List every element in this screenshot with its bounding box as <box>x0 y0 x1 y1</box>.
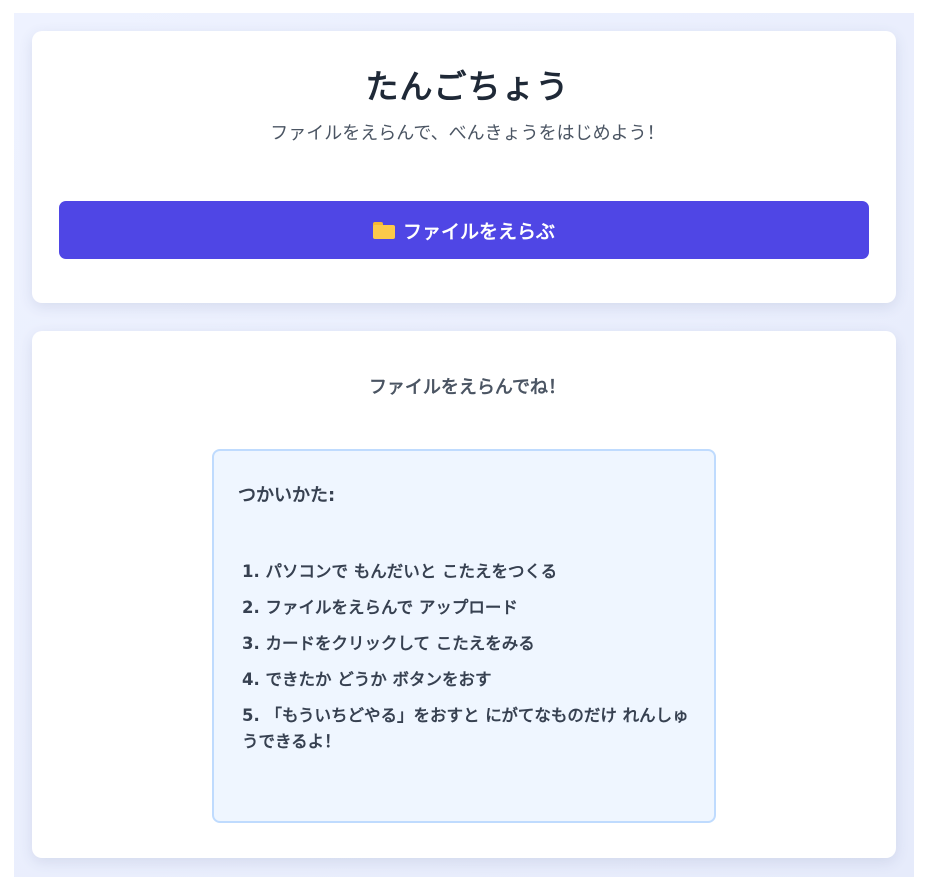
instruction-step: 4. できたか どうか ボタンをおす <box>242 670 492 689</box>
choose-file-button[interactable]: ファイルをえらぶ <box>59 201 869 259</box>
page-subtitle: ファイルをえらんで、べんきょうをはじめよう！ <box>270 123 665 144</box>
instructions-list: 1. パソコンで もんだいと こたえをつくる 2. ファイルをえらんで アップロ… <box>242 559 692 765</box>
instructions-box: つかいかた: 1. パソコンで もんだいと こたえをつくる 2. ファイルをえら… <box>212 449 716 823</box>
page-title: たんごちょう <box>365 67 570 106</box>
folder-icon <box>372 221 395 239</box>
instructions-title: つかいかた: <box>238 485 336 506</box>
instruction-step: 5. 「もういちどやる」をおすと にがてなものだけ れんしゅうできるよ！ <box>242 706 689 751</box>
instruction-step: 1. パソコンで もんだいと こたえをつくる <box>242 562 558 581</box>
instruction-step: 2. ファイルをえらんで アップロード <box>242 598 518 617</box>
instruction-step: 3. カードをクリックして こたえをみる <box>242 634 535 653</box>
choose-file-label: ファイルをえらぶ <box>402 220 555 243</box>
empty-state-prompt: ファイルをえらんでね！ <box>368 377 567 398</box>
